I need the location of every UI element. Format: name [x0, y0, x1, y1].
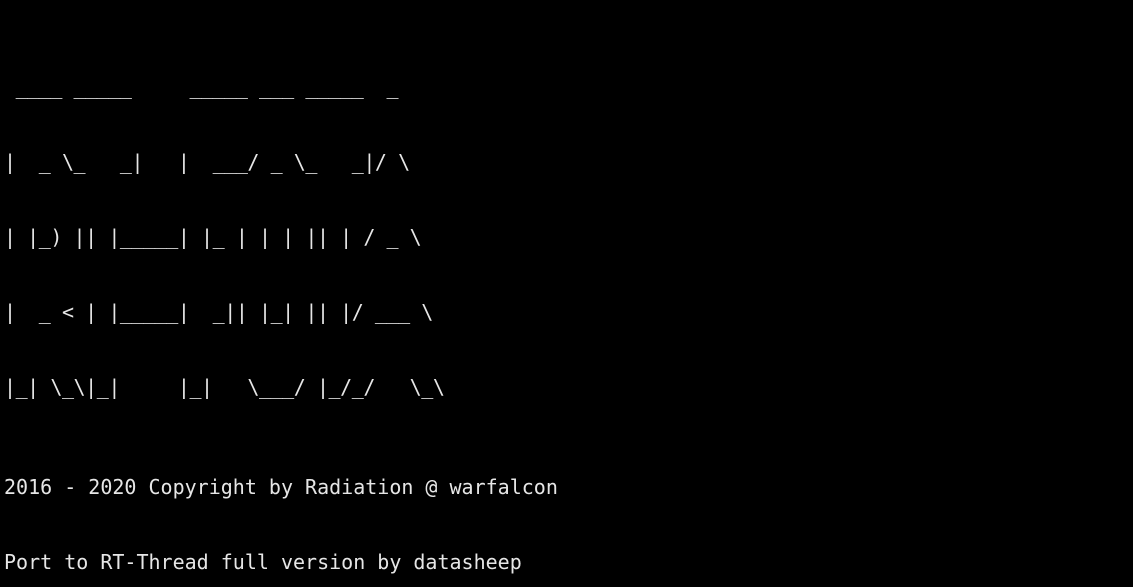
port-line: Port to RT-Thread full version by datash…: [4, 550, 522, 574]
banner-line-4: | _ < | |_____| _|| |_| || |/ ___ \: [4, 300, 445, 324]
banner-line-5: |_| \_\|_| |_| \___/ |_/_/ \_\: [4, 375, 445, 399]
terminal-window[interactable]: ____ _____ _____ ___ _____ _ | _ \_ _| |…: [0, 0, 1133, 587]
banner-line-3: | |_) || |_____| |_ | | | || | / _ \: [4, 225, 445, 249]
banner-line-1: ____ _____ _____ ___ _____ _: [4, 75, 445, 99]
banner-line-2: | _ \_ _| | ___/ _ \_ _|/ \: [4, 150, 445, 174]
terminal-screen: ____ _____ _____ ___ _____ _ | _ \_ _| |…: [4, 0, 1133, 587]
copyright-line: 2016 - 2020 Copyright by Radiation @ war…: [4, 475, 558, 499]
